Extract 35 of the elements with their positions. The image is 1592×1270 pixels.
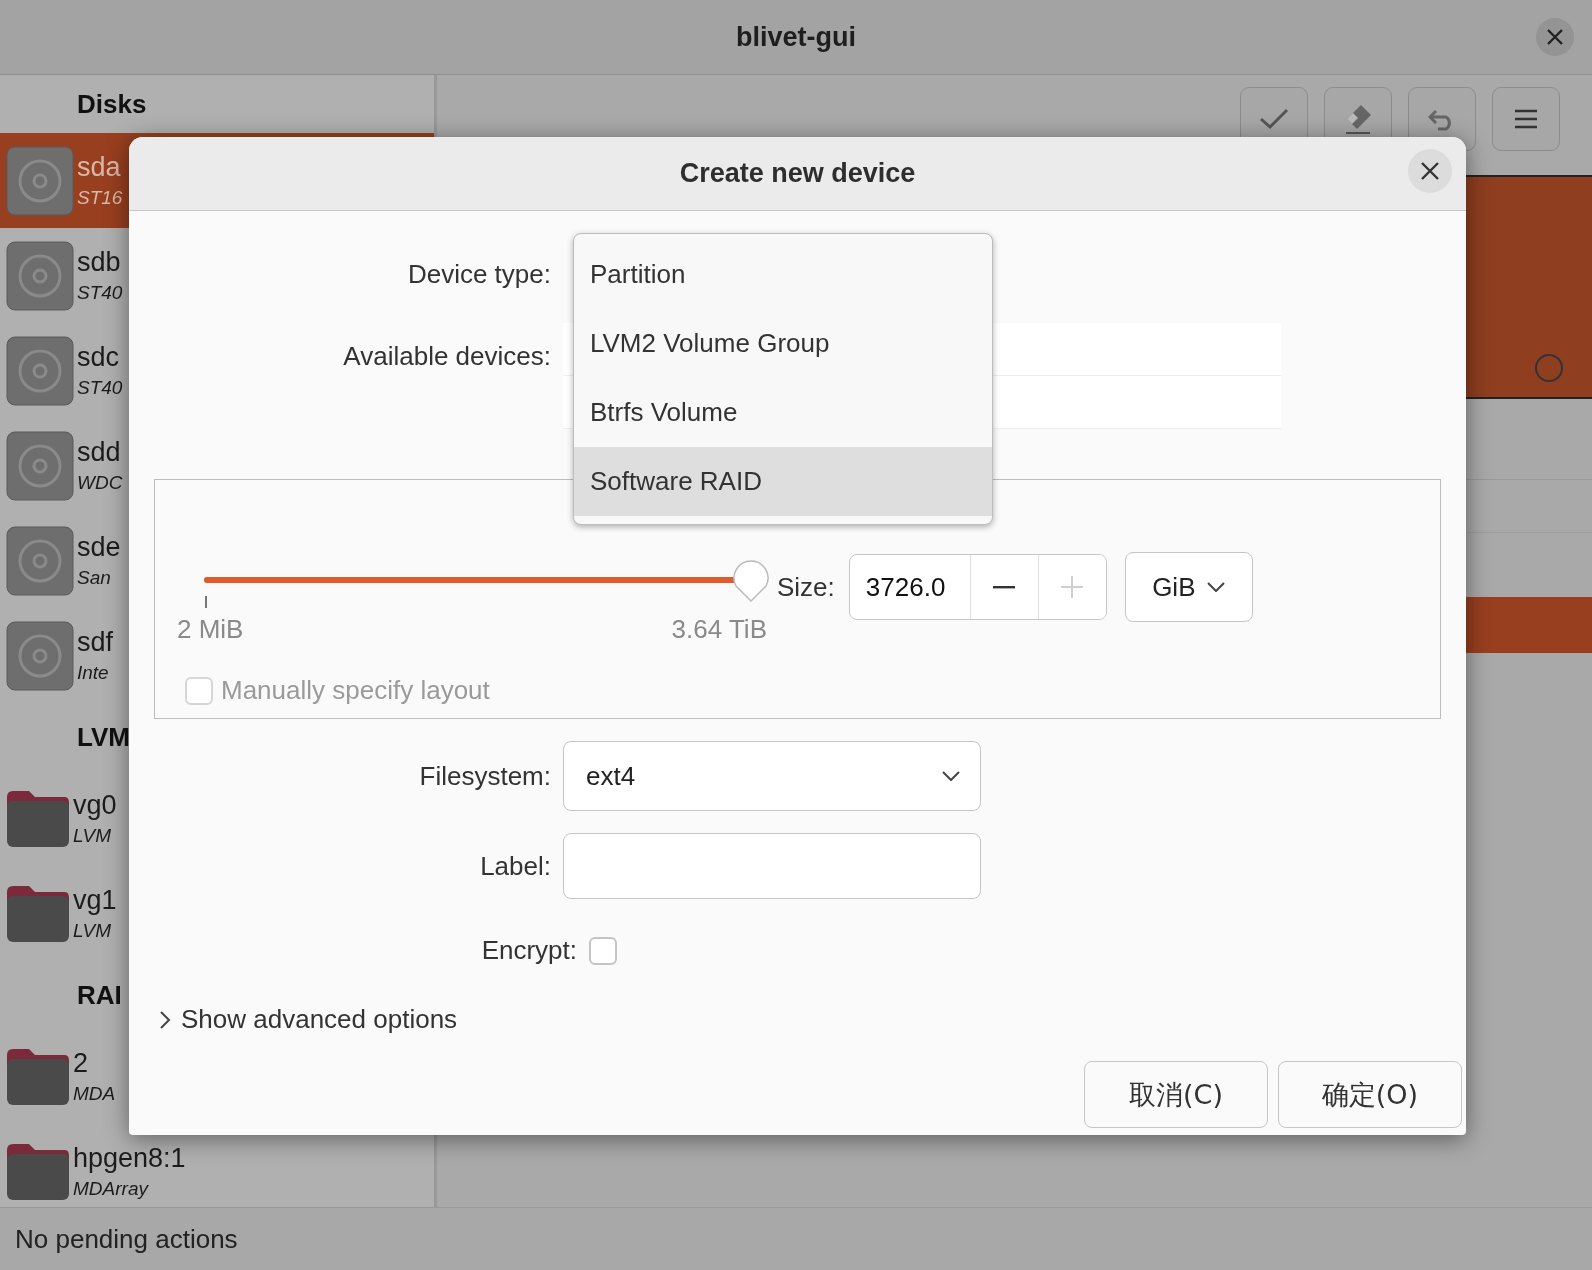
field-label: Available devices: <box>342 341 552 372</box>
field-label: Filesystem: <box>418 760 552 792</box>
device-name: sdf <box>77 627 114 658</box>
section-header: Disks <box>77 88 147 120</box>
status-text: No pending actions <box>15 1223 238 1255</box>
device-name: sdc <box>77 342 121 373</box>
device-description: LVM <box>73 825 113 847</box>
slider-max-label: 3.64 TiB <box>671 614 767 645</box>
device-description: MDArray <box>73 1178 150 1200</box>
size-label: Size: <box>777 571 835 603</box>
window-title: blivet-gui <box>736 21 856 53</box>
device-description: Inte <box>77 662 110 684</box>
slider-min-label: 2 MiB <box>177 614 244 645</box>
device-description: San <box>77 567 112 589</box>
device-description: ST40 <box>77 282 123 304</box>
device-name: sdb <box>77 247 122 278</box>
dialog-title: Create new device <box>679 158 916 189</box>
device-description: WDC <box>77 472 123 494</box>
field-label: Label: <box>479 850 552 882</box>
device-description: ST16 <box>77 187 123 209</box>
device-name: hpgen8:1 <box>73 1143 186 1174</box>
device-name: sda <box>77 152 122 183</box>
field-label: Device type: <box>406 258 552 290</box>
device-name: sdd <box>77 437 122 468</box>
field-label: Encrypt: <box>480 935 578 966</box>
device-description: LVM <box>73 920 113 942</box>
device-name: vg0 <box>73 790 117 821</box>
device-name: vg1 <box>73 885 117 916</box>
device-name: sde <box>77 532 121 563</box>
device-name: 2 <box>73 1048 90 1079</box>
device-description: ST40 <box>77 377 123 399</box>
section-header: RAI <box>77 979 122 1011</box>
checkbox-label: Manually specify layout <box>221 675 490 706</box>
section-header: LVM <box>77 721 130 753</box>
device-description: MDA <box>73 1083 116 1105</box>
